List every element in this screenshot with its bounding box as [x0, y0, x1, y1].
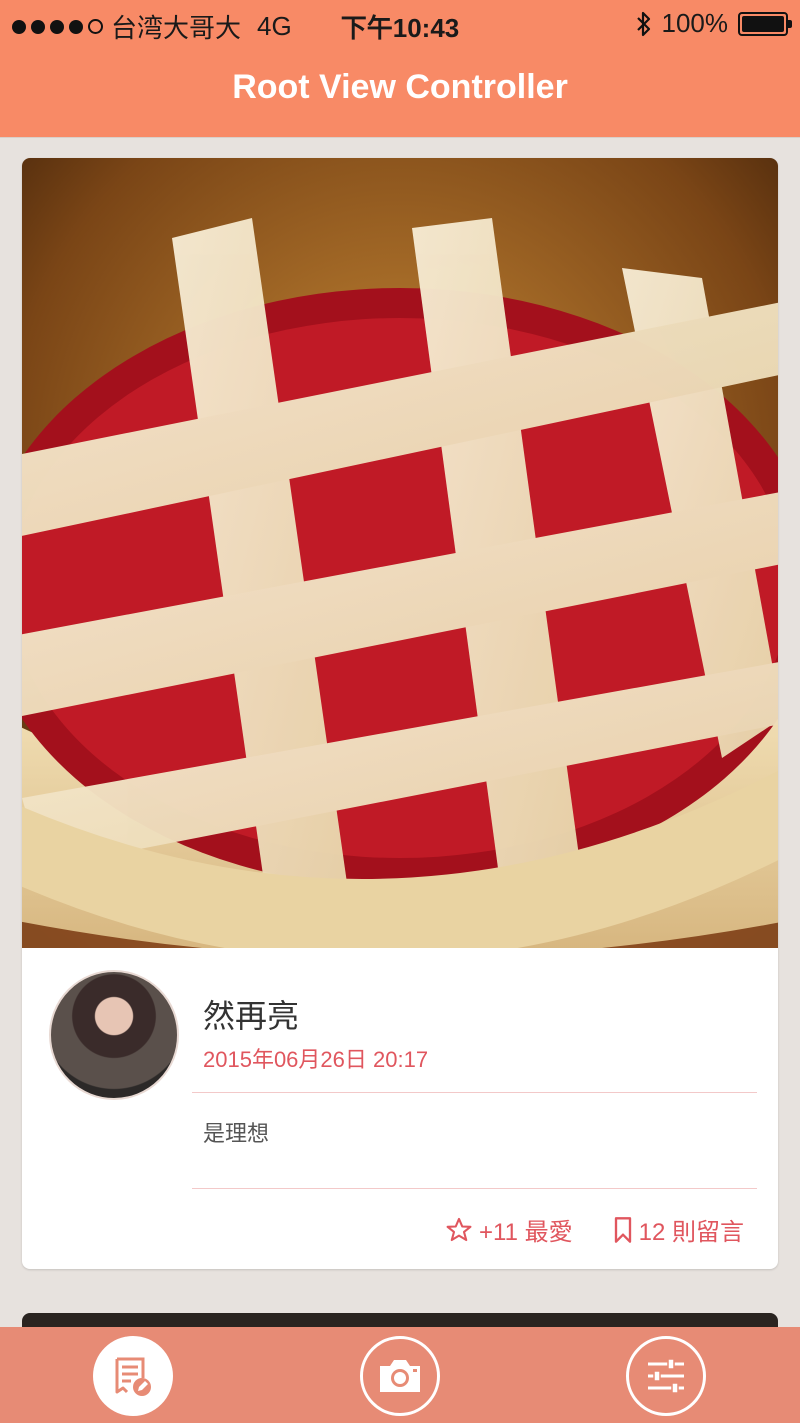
settings-sliders-icon [648, 1358, 684, 1394]
post-date: 2015年06月26日 20:17 [203, 1047, 429, 1072]
author-name[interactable]: 然再亮 [203, 991, 299, 1037]
like-button[interactable]: +11 最愛 [445, 1212, 573, 1247]
post-content: 是理想 [203, 1121, 270, 1146]
tab-edit[interactable] [93, 1336, 173, 1416]
header: 台湾大哥大 4G 下午10:43 100% Root View Controll… [0, 0, 800, 138]
edit-note-icon [115, 1357, 151, 1396]
tab-bar [0, 1327, 800, 1423]
status-bar: 台湾大哥大 4G 下午10:43 100% [0, 0, 800, 44]
author-avatar[interactable] [49, 970, 179, 1100]
post-actions: +11 最愛 12 則留言 [445, 1212, 744, 1247]
comment-button[interactable]: 12 則留言 [613, 1212, 744, 1247]
post-card[interactable]: 然再亮 2015年06月26日 20:17 是理想 +11 最愛 12 則留言 [22, 158, 778, 1269]
tab-settings[interactable] [626, 1336, 706, 1416]
comment-label: 12 則留言 [638, 1219, 744, 1246]
like-label: +11 最愛 [479, 1219, 573, 1246]
tab-camera[interactable] [360, 1336, 440, 1416]
post-photo[interactable] [22, 158, 778, 948]
battery-icon [738, 11, 792, 36]
divider [192, 1188, 757, 1189]
status-right: 100% [636, 8, 792, 39]
bluetooth-icon [636, 11, 650, 36]
battery-percent: 100% [661, 8, 729, 38]
divider [192, 1092, 757, 1093]
camera-icon [380, 1360, 420, 1392]
star-icon [446, 1217, 472, 1241]
bookmark-icon [614, 1216, 631, 1243]
nav-title: Root View Controller [232, 68, 568, 106]
